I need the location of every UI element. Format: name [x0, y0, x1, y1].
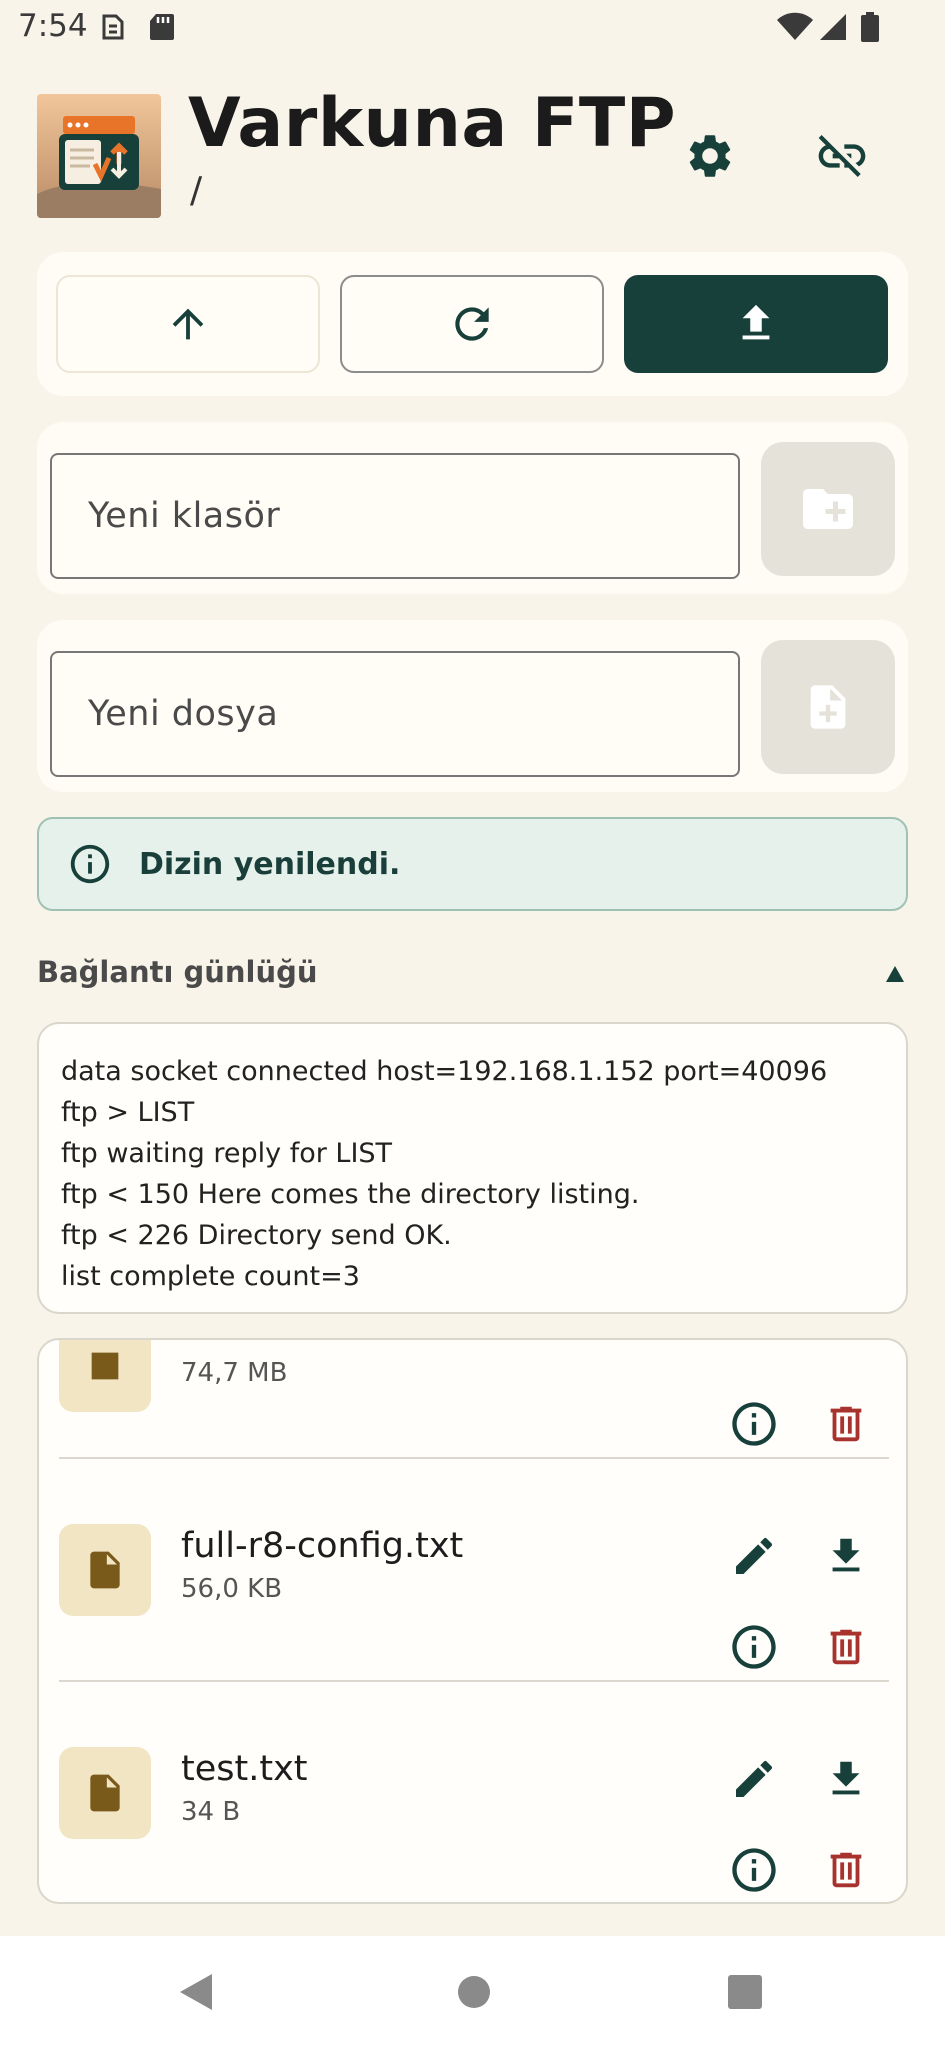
file-icon [90, 1551, 120, 1589]
file-download-button[interactable] [814, 1524, 878, 1588]
file-size: 74,7 MB [181, 1358, 288, 1388]
link-off-icon [818, 135, 866, 177]
new-file-input[interactable]: Yeni dosya [50, 651, 740, 777]
pencil-icon [736, 1760, 773, 1797]
banner-message: Dizin yenilendi. [139, 846, 401, 882]
file-name[interactable]: full-r8-config.txt [181, 1526, 463, 1566]
disconnect-button[interactable] [802, 116, 882, 196]
file-icon-box [59, 1524, 151, 1616]
log-line: ftp waiting reply for LIST [61, 1138, 393, 1169]
file-name[interactable]: test.txt [181, 1749, 308, 1789]
upload-button[interactable] [624, 275, 888, 373]
create-folder-button[interactable] [761, 442, 895, 576]
file-rename-button[interactable] [722, 1747, 786, 1811]
list-divider [59, 1457, 889, 1459]
battery-icon [860, 12, 880, 46]
file-delete-button[interactable] [814, 1615, 878, 1679]
file-icon [90, 1774, 120, 1812]
collapse-log-toggle[interactable] [884, 964, 906, 988]
back-button[interactable] [176, 1970, 216, 2018]
file-list[interactable]: 74,7 MB full-r8-config.txt 56,0 KB test.… [37, 1338, 908, 1904]
home-button[interactable] [456, 1974, 492, 2014]
status-banner: Dizin yenilendi. [37, 817, 908, 911]
download-icon [832, 1538, 860, 1572]
log-line: data socket connected host=192.168.1.152… [61, 1056, 828, 1087]
file-download-button[interactable] [814, 1747, 878, 1811]
new-folder-placeholder: Yeni klasör [88, 496, 281, 536]
file-icon [91, 1352, 119, 1380]
file-info-button[interactable] [722, 1615, 786, 1679]
new-folder-input[interactable]: Yeni klasör [50, 453, 740, 579]
settings-button[interactable] [670, 116, 750, 196]
app-logo [37, 94, 161, 218]
new-file-placeholder: Yeni dosya [88, 694, 279, 734]
file-rename-button[interactable] [722, 1524, 786, 1588]
log-title[interactable]: Bağlantı günlüğü [37, 955, 318, 989]
download-icon [832, 1761, 860, 1795]
current-path: / [190, 170, 203, 211]
gear-icon [689, 135, 731, 177]
triangle-up-icon [886, 966, 904, 982]
recents-square-icon [728, 1975, 762, 2009]
status-time: 7:54 [18, 8, 88, 44]
sd-card-icon [148, 12, 176, 46]
info-icon [732, 1625, 776, 1669]
back-triangle-icon [180, 1974, 212, 2010]
trash-icon [830, 1852, 862, 1888]
list-divider [59, 1680, 889, 1682]
trash-icon [830, 1406, 862, 1442]
app-title: Varkuna FTP [188, 84, 677, 163]
folder-add-icon [803, 489, 853, 529]
file-delete-button[interactable] [814, 1838, 878, 1902]
info-icon [732, 1402, 776, 1446]
file-size: 34 B [181, 1797, 241, 1827]
file-size: 56,0 KB [181, 1574, 283, 1604]
go-up-button[interactable] [56, 275, 320, 373]
trash-icon [830, 1629, 862, 1665]
log-line: ftp < 150 Here comes the directory listi… [61, 1179, 640, 1210]
log-line: list complete count=3 [61, 1261, 360, 1292]
cellular-icon [818, 12, 848, 46]
home-circle-icon [458, 1976, 490, 2008]
pencil-icon [736, 1537, 773, 1574]
refresh-button[interactable] [340, 275, 604, 373]
upload-icon [742, 304, 770, 340]
file-info-button[interactable] [722, 1392, 786, 1456]
info-icon [70, 844, 110, 884]
refresh-icon [455, 307, 489, 341]
create-file-button[interactable] [761, 640, 895, 774]
log-line: ftp > LIST [61, 1097, 195, 1128]
log-line-clipped: ———— [61, 1024, 169, 1035]
file-icon-box [59, 1747, 151, 1839]
file-icon-box [59, 1340, 151, 1412]
file-info-button[interactable] [722, 1838, 786, 1902]
wifi-icon [776, 12, 814, 46]
connection-log[interactable]: ———— data socket connected host=192.168.… [37, 1022, 908, 1314]
file-add-icon [810, 685, 846, 729]
file-delete-button[interactable] [814, 1392, 878, 1456]
log-line: ftp < 226 Directory send OK. [61, 1220, 452, 1251]
sim-icon [100, 12, 126, 46]
recents-button[interactable] [727, 1974, 763, 2014]
arrow-up-icon [172, 308, 204, 340]
info-icon [732, 1848, 776, 1892]
